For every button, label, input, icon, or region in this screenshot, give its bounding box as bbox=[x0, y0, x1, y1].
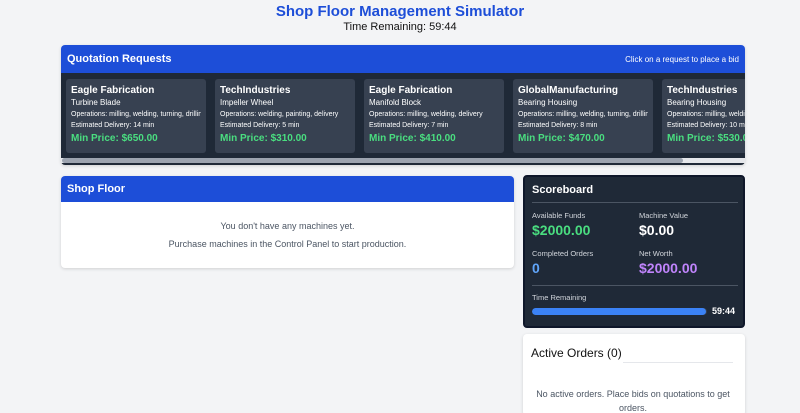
quotation-operations: Operations: milling, welding, turning bbox=[667, 111, 745, 118]
machine-value-value: $0.00 bbox=[639, 222, 675, 238]
quotation-delivery: Estimated Delivery: 5 min bbox=[220, 122, 300, 129]
shop-floor-empty-hint: Purchase machines in the Control Panel t… bbox=[168, 239, 407, 249]
quotation-product: Manifold Block bbox=[369, 98, 422, 107]
quotation-min-price: Min Price: $530.00 bbox=[667, 133, 745, 144]
quotation-product: Impeller Wheel bbox=[220, 98, 274, 107]
quotation-min-price: Min Price: $470.00 bbox=[518, 133, 605, 144]
quotation-min-price: Min Price: $310.00 bbox=[220, 133, 307, 144]
quotation-scrollbar[interactable] bbox=[61, 158, 745, 163]
scoreboard-title: Scoreboard bbox=[532, 184, 594, 196]
quotation-card[interactable]: Eagle Fabrication Manifold Block Operati… bbox=[364, 79, 504, 153]
active-orders-divider bbox=[623, 362, 733, 363]
quotation-product: Bearing Housing bbox=[518, 98, 578, 107]
quotation-requests-title: Quotation Requests bbox=[67, 53, 172, 65]
shop-floor-title: Shop Floor bbox=[61, 176, 514, 202]
quotation-card[interactable]: TechIndustries Impeller Wheel Operations… bbox=[215, 79, 355, 153]
quotation-list: Eagle Fabrication Turbine Blade Operatio… bbox=[61, 73, 745, 165]
quotation-delivery: Estimated Delivery: 14 min bbox=[71, 122, 155, 129]
shop-floor-panel: Shop Floor You don't have any machines y… bbox=[61, 176, 514, 268]
active-orders-panel: Active Orders (0) No active orders. Plac… bbox=[523, 334, 745, 413]
time-remaining-label: Time Remaining bbox=[532, 293, 587, 302]
net-worth-value: $2000.00 bbox=[639, 260, 698, 276]
machine-value-label: Machine Value bbox=[639, 211, 689, 220]
time-remaining-progress bbox=[532, 308, 707, 315]
scoreboard-divider bbox=[532, 202, 738, 203]
quotation-card[interactable]: GlobalManufacturing Bearing Housing Oper… bbox=[513, 79, 653, 153]
quotation-delivery: Estimated Delivery: 8 min bbox=[518, 122, 598, 129]
quotation-product: Turbine Blade bbox=[71, 98, 121, 107]
available-funds-value: $2000.00 bbox=[532, 222, 591, 238]
quotation-company: Eagle Fabrication bbox=[71, 85, 155, 96]
quotation-company: TechIndustries bbox=[220, 85, 291, 96]
quotation-requests-hint: Click on a request to place a bid bbox=[625, 54, 739, 64]
quotation-operations: Operations: milling, welding, turning, d… bbox=[518, 111, 648, 118]
quotation-company: GlobalManufacturing bbox=[518, 85, 618, 96]
quotation-scrollbar-thumb[interactable] bbox=[62, 158, 683, 163]
active-orders-title: Active Orders (0) bbox=[531, 346, 622, 360]
completed-orders-value: 0 bbox=[532, 260, 540, 276]
quotation-company: TechIndustries bbox=[667, 85, 738, 96]
shop-floor-empty-message: You don't have any machines yet. bbox=[220, 221, 355, 231]
scoreboard-panel: Scoreboard Available Funds $2000.00 Mach… bbox=[523, 175, 745, 328]
scoreboard-divider bbox=[532, 285, 738, 286]
completed-orders-label: Completed Orders bbox=[532, 249, 594, 258]
quotation-operations: Operations: milling, welding, turning, d… bbox=[71, 111, 201, 118]
available-funds-label: Available Funds bbox=[532, 211, 586, 220]
quotation-min-price: Min Price: $410.00 bbox=[369, 133, 456, 144]
quotation-card[interactable]: Eagle Fabrication Turbine Blade Operatio… bbox=[66, 79, 206, 153]
app-title: Shop Floor Management Simulator bbox=[275, 3, 525, 20]
time-remaining-value: 59:44 bbox=[712, 306, 736, 316]
quotation-product: Bearing Housing bbox=[667, 98, 727, 107]
quotation-operations: Operations: welding, painting, delivery bbox=[220, 111, 339, 118]
quotation-delivery: Estimated Delivery: 7 min bbox=[369, 122, 449, 129]
active-orders-empty-message: No active orders. Place bids on quotatio… bbox=[536, 389, 730, 413]
time-remaining-progress-fill bbox=[532, 308, 707, 315]
quotation-operations: Operations: milling, welding, delivery bbox=[369, 111, 483, 118]
time-remaining-header: Time Remaining: 59:44 bbox=[343, 21, 457, 33]
quotation-company: Eagle Fabrication bbox=[369, 85, 453, 96]
quotation-delivery: Estimated Delivery: 10 m bbox=[667, 122, 745, 129]
quotation-requests-header: Quotation Requests Click on a request to… bbox=[61, 45, 745, 73]
quotation-card[interactable]: TechIndustries Bearing Housing Operation… bbox=[662, 79, 745, 153]
quotation-requests-panel: Quotation Requests Click on a request to… bbox=[61, 45, 745, 165]
quotation-min-price: Min Price: $650.00 bbox=[71, 133, 158, 144]
net-worth-label: Net Worth bbox=[639, 249, 673, 258]
